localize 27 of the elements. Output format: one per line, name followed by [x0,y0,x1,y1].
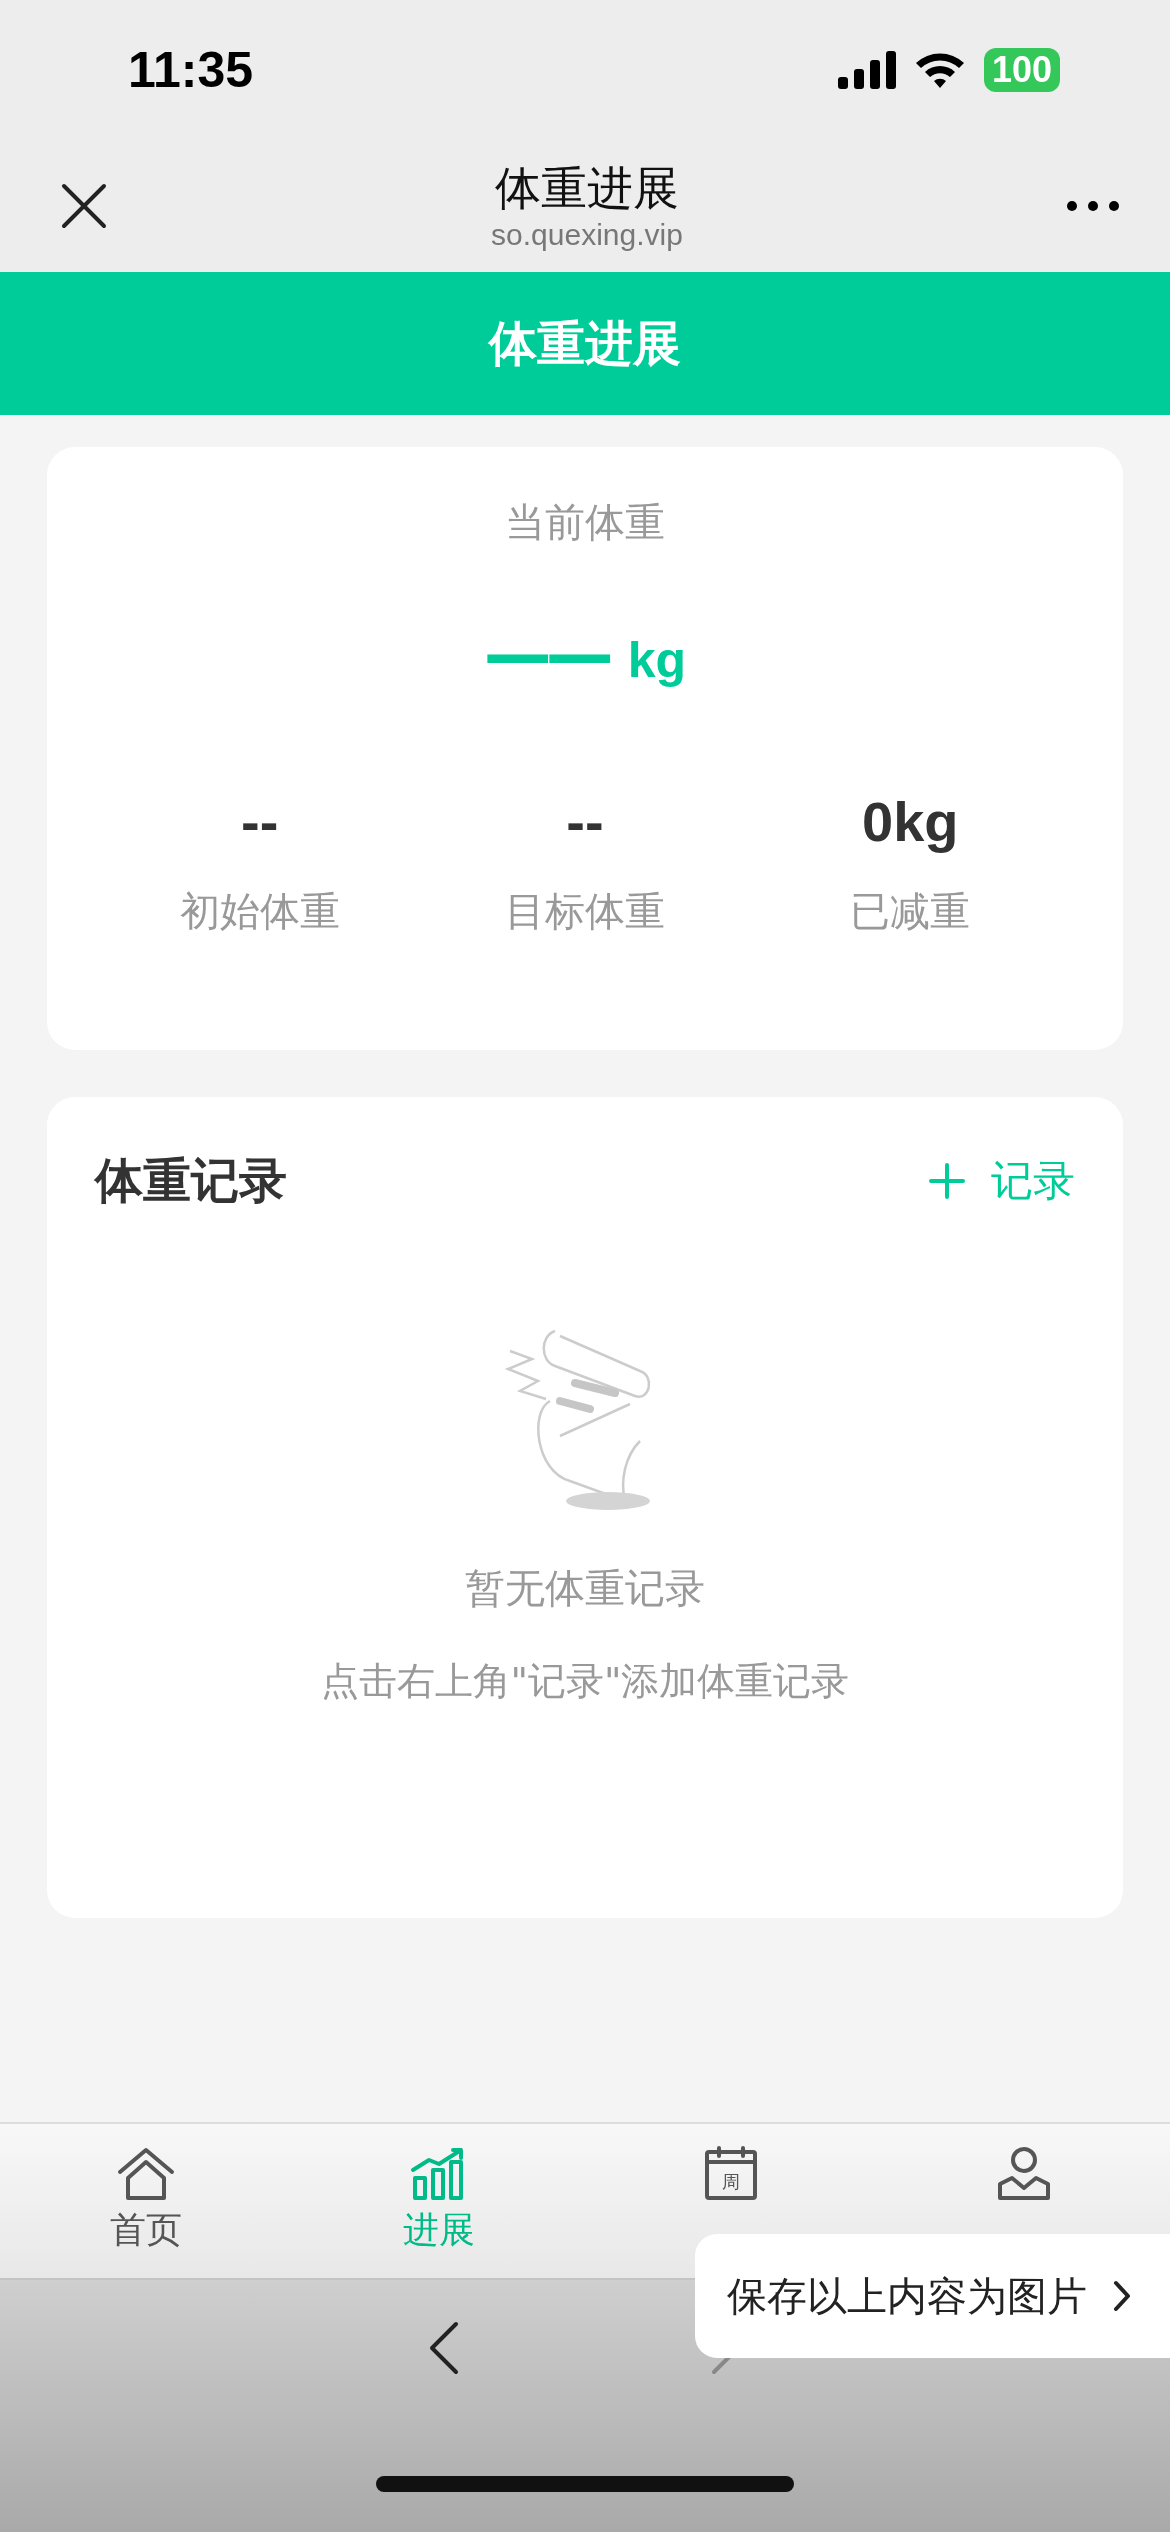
empty-hint: 点击右上角"记录"添加体重记录 [320,1658,850,1705]
chevron-icon [1113,2280,1131,2312]
signal-icon [837,51,896,89]
save-as-image-popup[interactable]: 保存以上内容为图片 [695,2234,1170,2358]
page-title: 体重进展 [495,160,679,217]
stat-label: 已减重 [850,887,971,936]
more-icon[interactable] [1066,199,1120,213]
weight-unit: kg [627,631,687,689]
tab[interactable]: 首页 [0,2124,293,2278]
stat-label: 初始体重 [179,887,340,936]
banner-title: 体重进展 [489,313,681,373]
stat-value: -- [566,789,604,854]
battery-level: 100 [983,48,1060,92]
home-icon [116,2146,177,2202]
plus-icon [929,1163,965,1199]
stat-value: -- [241,789,279,854]
user-icon [995,2146,1052,2202]
current-weight-label: 当前体重 [505,498,665,547]
site-address: so.quexing.vip [491,217,683,253]
status-time: 11:35 [128,41,254,99]
stat-value: 0kg [862,789,959,854]
close-icon[interactable] [60,182,108,230]
back-icon[interactable] [428,2320,460,2376]
empty-title: 暂无体重记录 [465,1564,705,1613]
current-weight-value: —— [483,614,608,693]
section-title: 体重记录 [95,1151,287,1210]
stat-label: 目标体重 [505,887,665,936]
